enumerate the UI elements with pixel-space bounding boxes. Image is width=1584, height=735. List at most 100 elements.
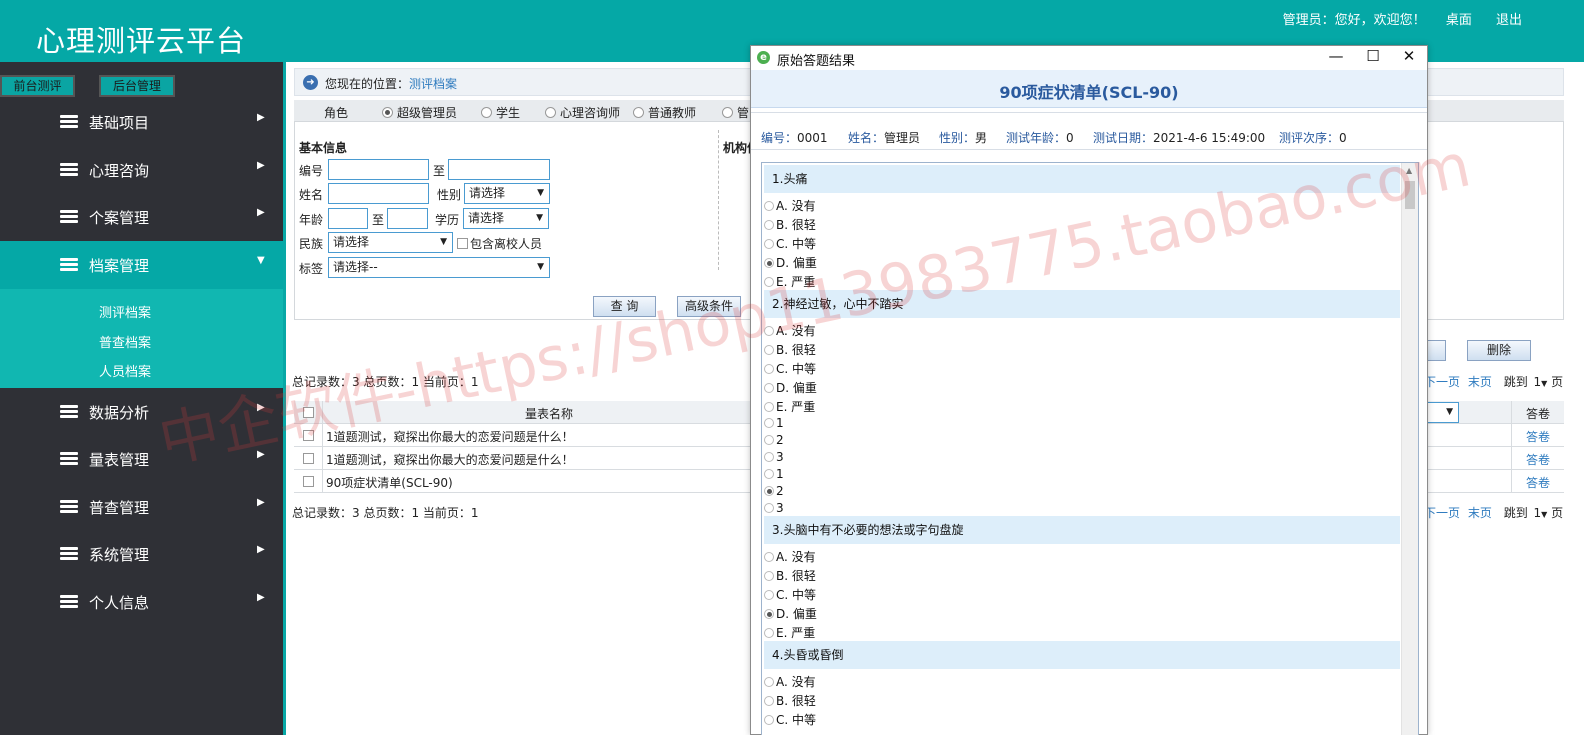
checkbox-icon [457,238,468,249]
answer-option[interactable]: A. 没有 [764,322,816,339]
sidebar-item[interactable]: 数据分析 ▶ [0,388,283,436]
id-from-input[interactable] [328,159,429,180]
radio-icon [382,107,393,118]
answer-option[interactable]: D. 偏重 [764,605,817,622]
answer-option[interactable]: A. 没有 [764,197,816,214]
sidebar-item[interactable]: 普查管理 ▶ [0,483,283,531]
row-checkbox[interactable] [303,430,314,441]
location-link[interactable]: 测评档案 [409,77,457,91]
front-assessment-button[interactable]: 前台测评 [0,75,75,97]
desktop-link[interactable]: 桌面 [1446,13,1472,28]
id-to-input[interactable] [448,159,550,180]
answer-option-label: E. 严重 [776,400,816,414]
role-student[interactable]: 学生 [481,104,520,121]
answer-option[interactable]: C. 中等 [764,360,816,377]
ethnicity-select[interactable]: 请选择 ▼ [328,232,453,253]
vertical-scrollbar[interactable]: ▲ [1401,163,1418,735]
answer-option[interactable]: B. 很轻 [764,341,816,358]
greeting-text: 管理员：您好，欢迎您！ [1282,13,1426,28]
advanced-conditions-button[interactable]: 高级条件 [677,296,741,317]
sidebar-item[interactable]: 量表管理 ▶ [0,435,283,483]
last-page-link[interactable]: 末页 [1468,506,1492,520]
education-select[interactable]: 请选择 ▼ [463,208,549,229]
name-input[interactable] [328,183,429,204]
mode-switch: 前台测评 后台管理 [0,62,283,102]
answer-option[interactable]: B. 很轻 [764,216,816,233]
row-answer-link[interactable]: 答卷 [1526,428,1550,445]
radio-icon [764,715,774,725]
sidebar-item[interactable]: 个案管理 ▶ [0,193,283,241]
answer-option[interactable]: D. 偏重 [764,254,817,271]
role-super-admin[interactable]: 超级管理员 [382,104,457,121]
answer-option[interactable]: 2 [764,433,784,447]
delete-button[interactable]: 删除 [1467,340,1531,361]
gender-select[interactable]: 请选择 ▼ [464,183,550,204]
answer-option[interactable]: B. 很轻 [764,692,816,709]
age-to-input[interactable] [387,208,428,229]
sidebar-item-label: 个人信息 [89,594,150,612]
answer-option[interactable]: 3 [764,501,784,515]
stack-icon [60,405,78,419]
sidebar-item[interactable]: 档案管理 ▼ [0,241,283,289]
role-counselor[interactable]: 心理咨询师 [545,104,620,121]
row-checkbox[interactable] [303,476,314,487]
answer-option[interactable]: E. 严重 [764,624,815,641]
row-answer-link[interactable]: 答卷 [1526,474,1550,491]
maximize-icon[interactable]: ☐ [1363,47,1383,65]
backend-management-button[interactable]: 后台管理 [99,75,175,97]
answer-list[interactable]: 1.头痛 A. 没有 B. 很轻 C. 中等 D. 偏重 E. 严重 2.神经过敏，心中不踏… [761,162,1419,735]
sidebar-item[interactable]: 基础项目 ▶ [0,98,283,146]
minimize-icon[interactable]: — [1326,47,1346,65]
answer-option[interactable]: 2 [764,484,784,498]
caret-down-icon: ▼ [440,237,447,247]
answer-option[interactable]: 1 [764,467,784,481]
answer-option[interactable]: A. 没有 [764,673,816,690]
answer-option-label: B. 很轻 [776,694,816,708]
next-page-link[interactable]: 下一页 [1424,375,1460,389]
column-divider [1511,470,1512,493]
submenu-item-assessment-archive[interactable]: 测评档案 [99,302,151,321]
answer-option[interactable]: D. 偏重 [764,379,817,396]
submenu-item-person-archive[interactable]: 人员档案 [99,361,151,380]
answer-option[interactable]: E. 严重 [764,398,815,415]
answer-option[interactable]: A. 没有 [764,548,816,565]
answer-option-label: A. 没有 [776,324,816,338]
row-answer-link[interactable]: 答卷 [1526,451,1550,468]
next-page-link[interactable]: 下一页 [1424,506,1460,520]
answer-option[interactable]: 1 [764,416,784,430]
last-page-link[interactable]: 末页 [1468,375,1492,389]
answer-option[interactable]: 3 [764,450,784,464]
tag-select[interactable]: 请选择-- ▼ [328,257,550,278]
scroll-up-icon[interactable]: ▲ [1406,166,1412,175]
logout-link[interactable]: 退出 [1496,13,1522,28]
sidebar-item[interactable]: 系统管理 ▶ [0,530,283,578]
answer-option[interactable]: C. 中等 [764,711,816,728]
age-from-input[interactable] [328,208,368,229]
role-teacher[interactable]: 普通教师 [633,104,696,121]
radio-icon [764,326,774,336]
radio-icon [764,258,774,268]
row-checkbox[interactable] [303,453,314,464]
query-button[interactable]: 查 询 [593,296,656,317]
answer-option[interactable]: E. 严重 [764,273,815,290]
caret-right-icon: ▶ [257,497,265,508]
pager-top: 下一页 末页 跳到 1▼ 页 [1424,373,1563,390]
answer-option[interactable]: B. 很轻 [764,567,816,584]
select-all-checkbox[interactable] [303,407,314,418]
role-admin[interactable]: 管 [722,104,749,121]
sidebar-item[interactable]: 个人信息 ▶ [0,578,283,626]
radio-icon [481,107,492,118]
scroll-thumb[interactable] [1405,181,1415,209]
sidebar-item[interactable]: 心理咨询 ▶ [0,146,283,194]
dialog-titlebar[interactable]: e 原始答题结果 — ☐ ✕ [751,46,1427,70]
submenu-item-survey-archive[interactable]: 普查档案 [99,332,151,351]
include-left-checkbox[interactable]: 包含离校人员 [457,235,542,252]
info-value: 管理员 [884,131,921,145]
answer-option[interactable]: C. 中等 [764,235,816,252]
radio-icon [764,364,774,374]
location-prefix: 您现在的位置： [325,77,410,91]
answer-option[interactable]: C. 中等 [764,586,816,603]
radio-icon [764,383,774,393]
column-divider [1511,424,1512,447]
close-icon[interactable]: ✕ [1399,47,1419,65]
